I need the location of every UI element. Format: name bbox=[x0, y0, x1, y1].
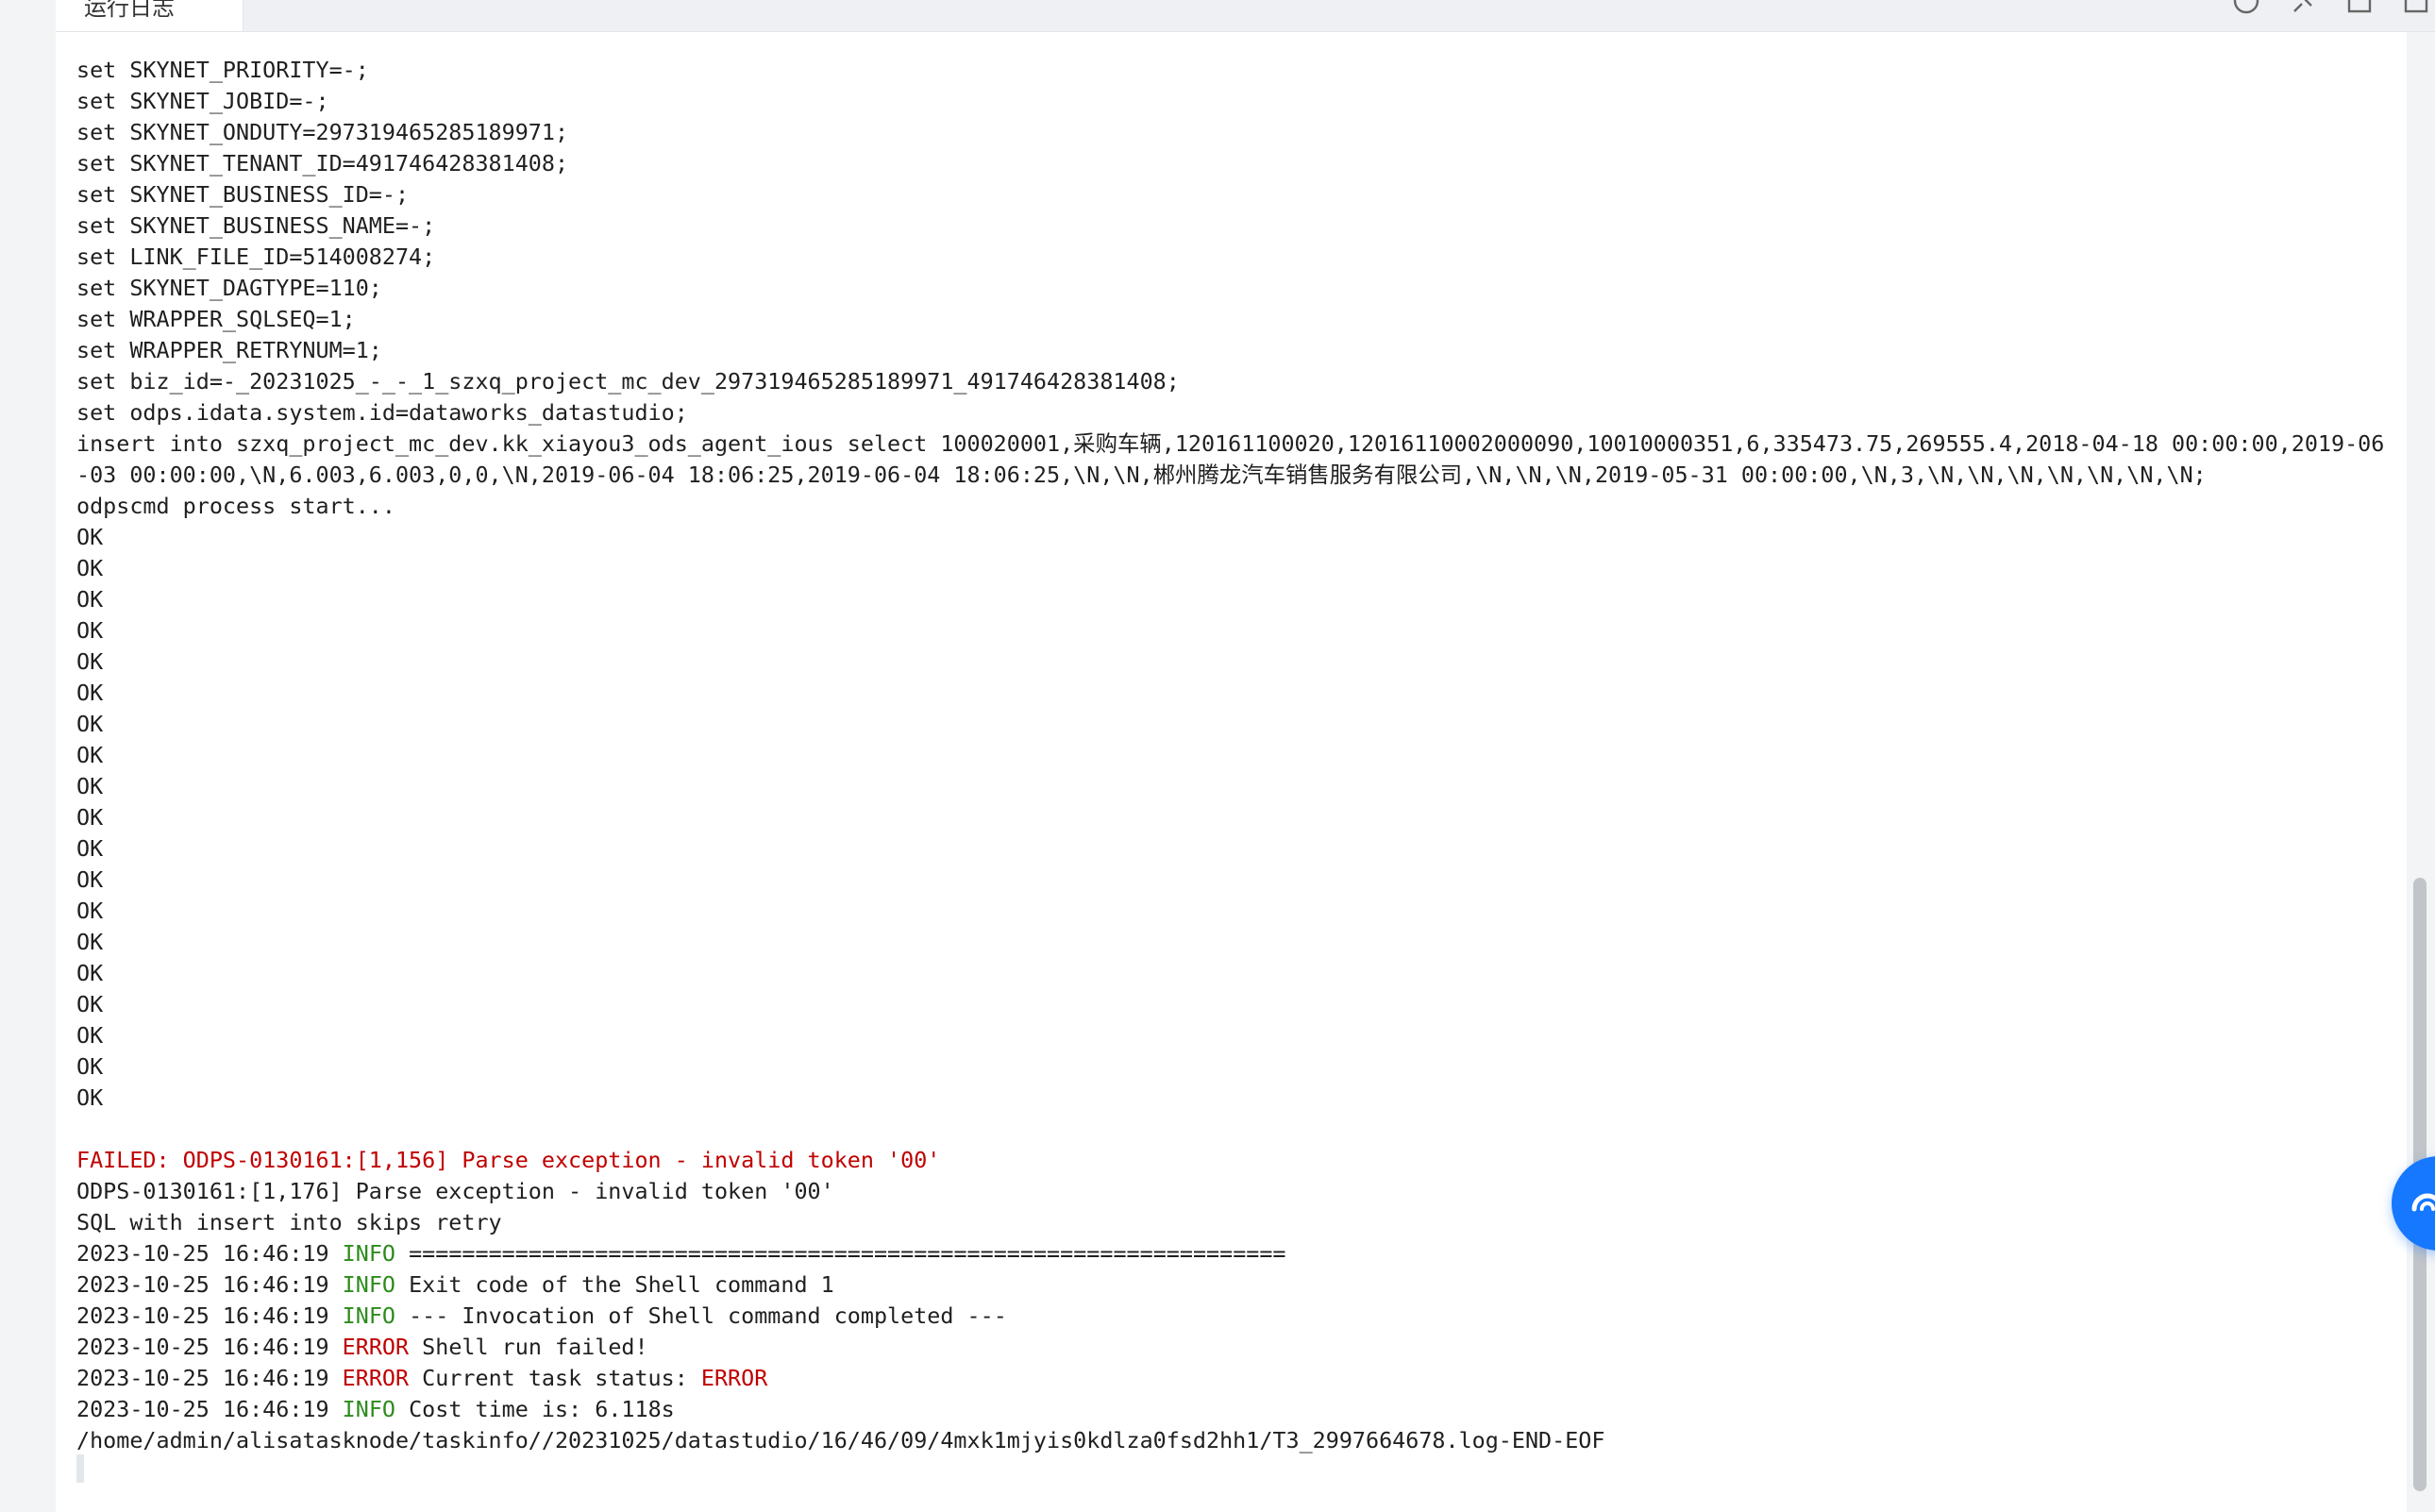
log-line: OK bbox=[76, 1022, 104, 1049]
log-line: set WRAPPER_RETRYNUM=1; bbox=[76, 337, 382, 363]
log-message: Cost time is: 6.118s bbox=[395, 1396, 675, 1422]
expand-icon[interactable] bbox=[2345, 0, 2374, 15]
log-line: set SKYNET_JOBID=-; bbox=[76, 88, 329, 114]
log-line: OK bbox=[76, 555, 104, 581]
log-line: OK bbox=[76, 960, 104, 986]
text-cursor bbox=[76, 1454, 84, 1483]
tab-run-log[interactable]: 运行日志 bbox=[56, 0, 244, 31]
log-line: set SKYNET_BUSINESS_ID=-; bbox=[76, 181, 410, 208]
log-timestamp: 2023-10-25 16:46:19 bbox=[76, 1271, 343, 1298]
left-gutter bbox=[0, 0, 56, 1512]
log-timestamp: 2023-10-25 16:46:19 bbox=[76, 1302, 343, 1329]
log-line: 2023-10-25 16:46:19 INFO ===============… bbox=[76, 1238, 2395, 1269]
log-level: INFO bbox=[342, 1240, 395, 1267]
log-line: OK bbox=[76, 711, 104, 737]
pin-icon[interactable] bbox=[2289, 0, 2317, 15]
log-line: odpscmd process start... bbox=[76, 493, 395, 519]
log-line: SQL with insert into skips retry bbox=[76, 1209, 502, 1235]
refresh-icon[interactable] bbox=[2232, 0, 2260, 15]
log-level: ERROR bbox=[342, 1365, 410, 1391]
log-line: set SKYNET_PRIORITY=-; bbox=[76, 57, 369, 83]
log-line: set odps.idata.system.id=dataworks_datas… bbox=[76, 399, 688, 426]
log-scrollbar[interactable] bbox=[2410, 32, 2429, 1512]
log-timestamp: 2023-10-25 16:46:19 bbox=[76, 1240, 343, 1267]
log-line: FAILED: ODPS-0130161:[1,156] Parse excep… bbox=[76, 1147, 941, 1173]
log-line: OK bbox=[76, 898, 104, 924]
log-line: OK bbox=[76, 1084, 104, 1111]
log-line: /home/admin/alisatasknode/taskinfo//2023… bbox=[76, 1427, 1605, 1453]
log-tab-bar: 运行日志 bbox=[56, 0, 2435, 32]
log-line: set biz_id=-_20231025_-_-_1_szxq_project… bbox=[76, 368, 1180, 395]
log-line: set LINK_FILE_ID=514008274; bbox=[76, 244, 436, 270]
log-line: set SKYNET_ONDUTY=297319465285189971; bbox=[76, 119, 569, 145]
log-level: INFO bbox=[342, 1396, 395, 1422]
log-message: ========================================… bbox=[395, 1240, 1286, 1267]
log-line: OK bbox=[76, 804, 104, 831]
log-message: Current task status: bbox=[409, 1365, 701, 1391]
log-line: set SKYNET_TENANT_ID=491746428381408; bbox=[76, 150, 569, 176]
log-line: OK bbox=[76, 742, 104, 768]
log-line: 2023-10-25 16:46:19 INFO Exit code of th… bbox=[76, 1269, 2395, 1301]
log-line: 2023-10-25 16:46:19 INFO Cost time is: 6… bbox=[76, 1394, 2395, 1425]
log-line: OK bbox=[76, 835, 104, 862]
log-line: insert into szxq_project_mc_dev.kk_xiayo… bbox=[76, 430, 2385, 488]
log-status-value: ERROR bbox=[700, 1365, 768, 1391]
log-line: set SKYNET_BUSINESS_NAME=-; bbox=[76, 212, 436, 239]
log-message: --- Invocation of Shell command complete… bbox=[395, 1302, 1007, 1329]
log-timestamp: 2023-10-25 16:46:19 bbox=[76, 1334, 343, 1360]
log-output: set SKYNET_PRIORITY=-;set SKYNET_JOBID=-… bbox=[76, 55, 2395, 1456]
tab-run-log-label: 运行日志 bbox=[84, 0, 175, 21]
log-line: set WRAPPER_SQLSEQ=1; bbox=[76, 306, 356, 332]
log-line: OK bbox=[76, 929, 104, 955]
log-line: OK bbox=[76, 648, 104, 675]
log-line: OK bbox=[76, 617, 104, 644]
log-line: set SKYNET_DAGTYPE=110; bbox=[76, 275, 382, 301]
log-message: Shell run failed! bbox=[409, 1334, 648, 1360]
log-line: OK bbox=[76, 1053, 104, 1080]
log-timestamp: 2023-10-25 16:46:19 bbox=[76, 1396, 343, 1422]
log-line: ODPS-0130161:[1,176] Parse exception - i… bbox=[76, 1178, 834, 1204]
log-line: 2023-10-25 16:46:19 ERROR Shell run fail… bbox=[76, 1332, 2395, 1363]
log-level: INFO bbox=[342, 1271, 395, 1298]
log-message: Exit code of the Shell command 1 bbox=[395, 1271, 834, 1298]
log-line: 2023-10-25 16:46:19 ERROR Current task s… bbox=[76, 1363, 2395, 1394]
assistant-icon bbox=[2411, 1193, 2435, 1212]
log-timestamp: 2023-10-25 16:46:19 bbox=[76, 1365, 343, 1391]
log-line: OK bbox=[76, 586, 104, 613]
close-icon[interactable] bbox=[2402, 0, 2430, 15]
log-line: OK bbox=[76, 680, 104, 706]
log-line: OK bbox=[76, 524, 104, 550]
log-level: ERROR bbox=[342, 1334, 410, 1360]
log-line: 2023-10-25 16:46:19 INFO --- Invocation … bbox=[76, 1301, 2395, 1332]
log-line: OK bbox=[76, 773, 104, 799]
run-log-panel: set SKYNET_PRIORITY=-;set SKYNET_JOBID=-… bbox=[56, 32, 2407, 1512]
log-level: INFO bbox=[342, 1302, 395, 1329]
log-line: OK bbox=[76, 866, 104, 893]
log-line: OK bbox=[76, 991, 104, 1017]
